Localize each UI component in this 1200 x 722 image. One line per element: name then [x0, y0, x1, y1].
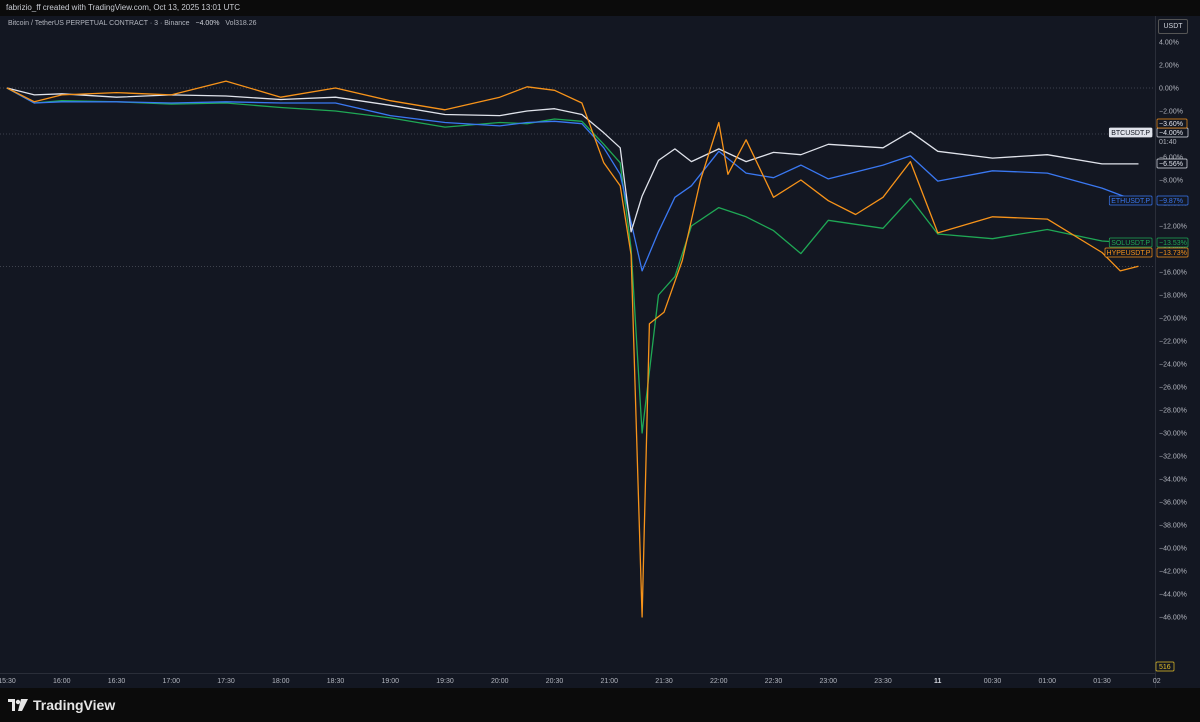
- brand-name: TradingView: [33, 697, 116, 713]
- series-line-solusdtp: [6, 87, 1139, 434]
- volume-badge-label: 516: [1159, 664, 1171, 671]
- countdown-label: 01:40: [1159, 139, 1177, 146]
- x-tick-label: 17:30: [217, 678, 235, 685]
- x-tick-label: 18:00: [272, 678, 290, 685]
- series-line-btcusdtp: [6, 87, 1139, 233]
- footer-bar: TradingView: [0, 688, 1200, 722]
- y-tick-label: −42.00%: [1159, 569, 1187, 576]
- series-name-label: HYPEUSDT.P: [1107, 250, 1151, 257]
- x-tick-label: 16:30: [108, 678, 126, 685]
- y-tick-label: 4.00%: [1159, 40, 1179, 47]
- y-tick-label: −24.00%: [1159, 362, 1187, 369]
- y-tick-label: −18.00%: [1159, 293, 1187, 300]
- series-name-label: SOLUSDT.P: [1111, 240, 1150, 247]
- series-name-label: ETHUSDT.P: [1111, 198, 1150, 205]
- y-tick-label: 0.00%: [1159, 86, 1179, 93]
- x-tick-label: 18:30: [327, 678, 345, 685]
- x-tick-label: 21:30: [655, 678, 673, 685]
- series-value-label: −13.73%: [1159, 250, 1187, 257]
- y-tick-label: −46.00%: [1159, 615, 1187, 622]
- x-tick-label: 02: [1153, 678, 1161, 685]
- x-tick-label: 23:30: [874, 678, 892, 685]
- y-tick-label: −40.00%: [1159, 546, 1187, 553]
- y-tick-label: −20.00%: [1159, 316, 1187, 323]
- x-tick-label: 22:00: [710, 678, 728, 685]
- series-line-hypeusdtp: [6, 80, 1139, 618]
- hype-high-marker-label: −3.60%: [1159, 121, 1183, 128]
- x-tick-label: 01:30: [1093, 678, 1111, 685]
- series-value-label: −9.87%: [1159, 198, 1183, 205]
- y-tick-label: −2.00%: [1159, 109, 1183, 116]
- y-tick-label: −34.00%: [1159, 477, 1187, 484]
- btc-current-marker-label: −6.56%: [1159, 161, 1183, 168]
- x-tick-label: 01:00: [1038, 678, 1056, 685]
- x-tick-label: 21:00: [600, 678, 618, 685]
- x-tick-label: 17:00: [162, 678, 180, 685]
- x-tick-label: 15:30: [0, 678, 16, 685]
- x-tick-label: 22:30: [765, 678, 783, 685]
- y-tick-label: −8.00%: [1159, 178, 1183, 185]
- y-tick-label: −44.00%: [1159, 592, 1187, 599]
- y-tick-label: −26.00%: [1159, 385, 1187, 392]
- y-tick-label: −32.00%: [1159, 454, 1187, 461]
- series-value-label: −13.53%: [1159, 240, 1187, 247]
- x-tick-label: 00:30: [984, 678, 1002, 685]
- x-tick-label: 19:30: [436, 678, 454, 685]
- x-tick-label: 23:00: [819, 678, 837, 685]
- y-tick-label: −16.00%: [1159, 270, 1187, 277]
- chart-svg: 4.00%2.00%0.00%−2.00%−4.00%−6.00%−8.00%−…: [0, 40, 1189, 685]
- x-tick-label: 20:00: [491, 678, 509, 685]
- series-name-label: BTCUSDT.P: [1111, 130, 1150, 137]
- y-tick-label: −22.00%: [1159, 339, 1187, 346]
- x-tick-label: 19:00: [381, 678, 399, 685]
- y-tick-label: −12.00%: [1159, 224, 1187, 231]
- x-tick-label: 20:30: [546, 678, 564, 685]
- x-tick-label: 11: [934, 678, 942, 685]
- series-value-label: −4.00%: [1159, 130, 1183, 137]
- tradingview-logo-icon: [8, 699, 28, 711]
- tradingview-brand[interactable]: TradingView: [8, 697, 115, 713]
- series-line-ethusdtp: [6, 87, 1139, 272]
- y-tick-label: −38.00%: [1159, 523, 1187, 530]
- y-tick-label: 2.00%: [1159, 63, 1179, 70]
- y-tick-label: −28.00%: [1159, 408, 1187, 415]
- y-tick-label: −36.00%: [1159, 500, 1187, 507]
- x-tick-label: 16:00: [53, 678, 71, 685]
- y-tick-label: −30.00%: [1159, 431, 1187, 438]
